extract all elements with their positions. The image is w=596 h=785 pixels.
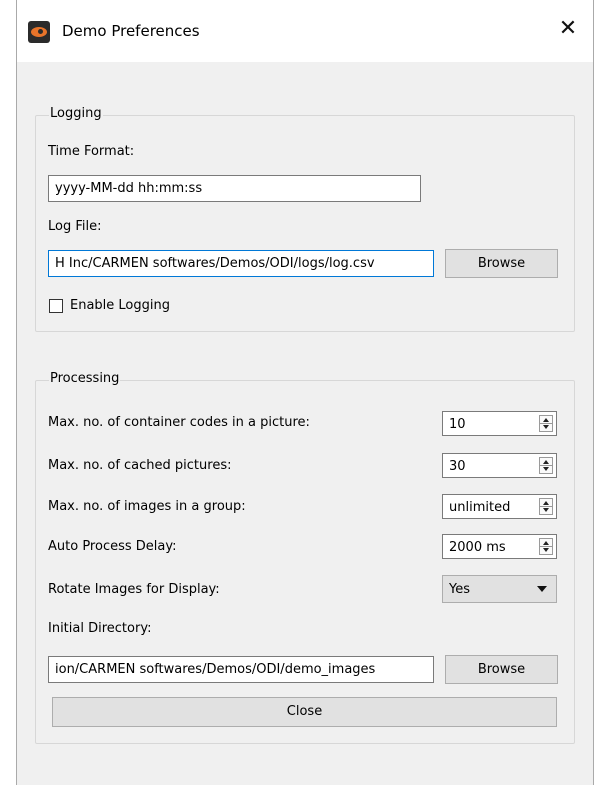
chevron-down-icon[interactable] (537, 586, 547, 592)
up-arrow-icon[interactable] (543, 541, 549, 545)
arrow-divider (540, 506, 552, 507)
auto-process-delay-spinbox[interactable]: 2000 ms (442, 534, 557, 559)
window-title: Demo Preferences (62, 22, 200, 40)
time-format-label: Time Format: (48, 144, 135, 159)
down-arrow-icon[interactable] (543, 467, 549, 471)
spinbox-arrows-icon[interactable] (539, 415, 553, 432)
preferences-dialog: Demo Preferences ✕ Logging Time Format: … (16, 0, 594, 785)
title-bar: Demo Preferences ✕ (17, 0, 593, 62)
rotate-images-label: Rotate Images for Display: (48, 582, 220, 597)
logging-group-title: Logging (49, 106, 103, 121)
time-format-input[interactable]: yyyy-MM-dd hh:mm:ss (48, 175, 421, 202)
initial-directory-label: Initial Directory: (48, 621, 152, 636)
processing-group-title: Processing (49, 371, 121, 386)
initial-directory-input[interactable]: ion/CARMEN softwares/Demos/ODI/demo_imag… (48, 656, 434, 683)
spinbox-arrows-icon[interactable] (539, 457, 553, 474)
arrow-divider (540, 546, 552, 547)
max-images-group-label: Max. no. of images in a group: (48, 499, 246, 514)
arrow-divider (540, 423, 552, 424)
initial-directory-browse-button[interactable]: Browse (445, 655, 558, 684)
down-arrow-icon[interactable] (543, 548, 549, 552)
spinbox-value: unlimited (449, 500, 511, 515)
processing-group: Processing Max. no. of container codes i… (35, 371, 575, 744)
spinbox-arrows-icon[interactable] (539, 498, 553, 515)
max-cached-pictures-label: Max. no. of cached pictures: (48, 458, 232, 473)
up-arrow-icon[interactable] (543, 460, 549, 464)
enable-logging-checkbox[interactable] (49, 299, 63, 313)
max-container-codes-label: Max. no. of container codes in a picture… (48, 415, 310, 430)
spinbox-value: 30 (449, 459, 466, 474)
down-arrow-icon[interactable] (543, 508, 549, 512)
down-arrow-icon[interactable] (543, 425, 549, 429)
eye-shape (31, 27, 47, 37)
log-file-label: Log File: (48, 219, 102, 234)
arrow-divider (540, 465, 552, 466)
log-file-input[interactable]: H Inc/CARMEN softwares/Demos/ODI/logs/lo… (48, 250, 434, 277)
eye-pupil (38, 29, 43, 34)
max-cached-pictures-spinbox[interactable]: 30 (442, 453, 557, 478)
up-arrow-icon[interactable] (543, 418, 549, 422)
up-arrow-icon[interactable] (543, 501, 549, 505)
logging-group: Logging Time Format: yyyy-MM-dd hh:mm:ss… (35, 106, 575, 332)
spinbox-value: 10 (449, 417, 466, 432)
log-file-browse-button[interactable]: Browse (445, 249, 558, 278)
close-button[interactable]: Close (52, 697, 557, 727)
max-images-group-spinbox[interactable]: unlimited (442, 494, 557, 519)
spinbox-value: 2000 ms (449, 540, 506, 555)
eye-icon (28, 21, 50, 43)
auto-process-delay-label: Auto Process Delay: (48, 539, 177, 554)
spinbox-arrows-icon[interactable] (539, 538, 553, 555)
enable-logging-label[interactable]: Enable Logging (70, 298, 170, 313)
rotate-images-dropdown[interactable]: Yes (442, 575, 557, 603)
max-container-codes-spinbox[interactable]: 10 (442, 411, 557, 436)
close-icon[interactable]: ✕ (557, 18, 579, 40)
dropdown-value: Yes (449, 582, 470, 597)
